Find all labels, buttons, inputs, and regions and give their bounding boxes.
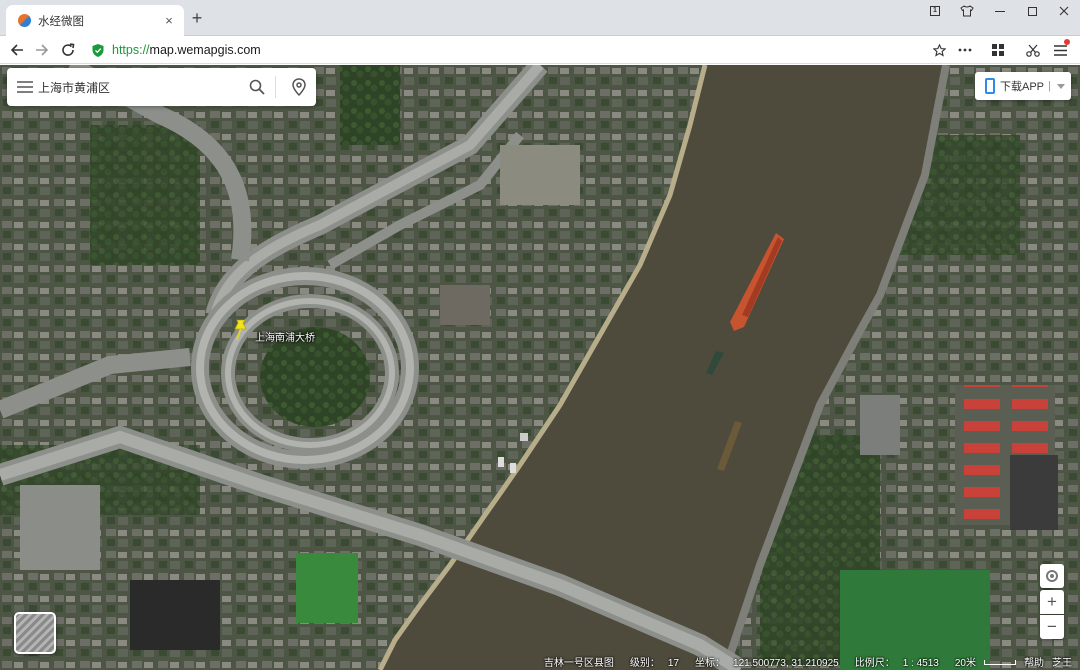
coord-value: 121.500773, 31.210925 [733, 657, 839, 669]
map-view[interactable]: 上海市黄浦区 下载APP | 上海南浦大桥 + − 吉林一号区县图 级别： 17 … [0, 65, 1080, 670]
zoom-out-button[interactable]: − [1040, 615, 1064, 639]
address-bar[interactable]: https://map.wemapgis.com [92, 40, 652, 60]
pip-icon[interactable]: 1 [919, 0, 951, 22]
scale-bar-label: 20米 [954, 657, 976, 669]
coordinates: 坐标： 121.500773, 31.210925 [687, 654, 839, 669]
browser-toolbar: https://map.wemapgis.com [0, 36, 1080, 64]
browser-tab-bar: 水经微图 × + 1 [0, 0, 1080, 36]
search-divider [275, 76, 276, 98]
bookmark-star-icon[interactable] [928, 40, 950, 60]
locate-icon [1046, 570, 1058, 582]
imagery-source: 吉林一号区县图 [543, 657, 614, 669]
reload-button[interactable] [57, 40, 79, 60]
locate-button[interactable] [1040, 564, 1064, 588]
pushpin-icon[interactable] [232, 319, 248, 341]
scissors-icon[interactable] [1022, 40, 1044, 60]
phone-icon [985, 78, 995, 94]
scale-bar: 20米 [947, 654, 1016, 669]
scale-value: 1 : 4513 [902, 657, 939, 669]
download-app-button[interactable]: 下载APP | [975, 72, 1071, 100]
maximize-button[interactable] [1016, 0, 1048, 22]
layer-switch-button[interactable] [14, 612, 56, 654]
back-arrow-icon [10, 44, 23, 56]
location-pin-icon[interactable] [282, 68, 316, 106]
zoom-level-value: 17 [667, 657, 680, 669]
download-app-separator: | [1048, 80, 1051, 92]
secure-shield-icon [92, 43, 104, 57]
url-text: https://map.wemapgis.com [112, 43, 261, 57]
download-app-label: 下载APP [1000, 81, 1045, 93]
marker-label: 上海南浦大桥 [255, 333, 315, 344]
tab-close-icon[interactable]: × [162, 13, 176, 28]
skin-icon[interactable] [951, 0, 983, 22]
extensions-icon[interactable] [987, 40, 1009, 60]
search-icon[interactable] [243, 68, 271, 106]
zoom-in-button[interactable]: + [1040, 590, 1064, 614]
tab-title: 水经微图 [38, 15, 84, 28]
map-scale: 比例尺： 1 : 4513 [847, 654, 939, 669]
more-icon[interactable] [954, 40, 976, 60]
zoom-level-label: 级别： [629, 657, 660, 669]
forward-arrow-icon [36, 44, 49, 56]
notification-dot [1064, 39, 1070, 45]
search-input[interactable]: 上海市黄浦区 [37, 79, 243, 96]
search-box: 上海市黄浦区 [7, 68, 316, 106]
coord-label: 坐标： [695, 657, 726, 669]
scale-label: 比例尺： [854, 657, 895, 669]
forward-button[interactable] [31, 40, 53, 60]
menu-icon[interactable] [1049, 39, 1071, 60]
map-status-bar: 吉林一号区县图 级别： 17 坐标： 121.500773, 31.210925 比… [0, 652, 1080, 670]
scale-bar-graphic [984, 660, 1016, 666]
user-link[interactable]: 芝王 [1052, 654, 1072, 669]
back-button[interactable] [6, 40, 28, 60]
new-tab-button[interactable]: + [189, 9, 205, 27]
satellite-imagery [0, 65, 1080, 670]
zoom-level: 级别： 17 [622, 654, 679, 669]
chevron-down-icon[interactable] [1056, 83, 1065, 89]
minimize-button[interactable] [984, 0, 1016, 22]
url-host: map.wemapgis.com [149, 43, 261, 57]
reload-icon [62, 43, 75, 56]
help-link[interactable]: 帮助 [1024, 654, 1044, 669]
url-scheme: https:// [112, 43, 150, 57]
close-window-button[interactable] [1048, 0, 1080, 22]
hamburger-icon[interactable] [7, 68, 37, 106]
browser-tab[interactable]: 水经微图 × [6, 5, 184, 36]
app-favicon [18, 14, 31, 27]
